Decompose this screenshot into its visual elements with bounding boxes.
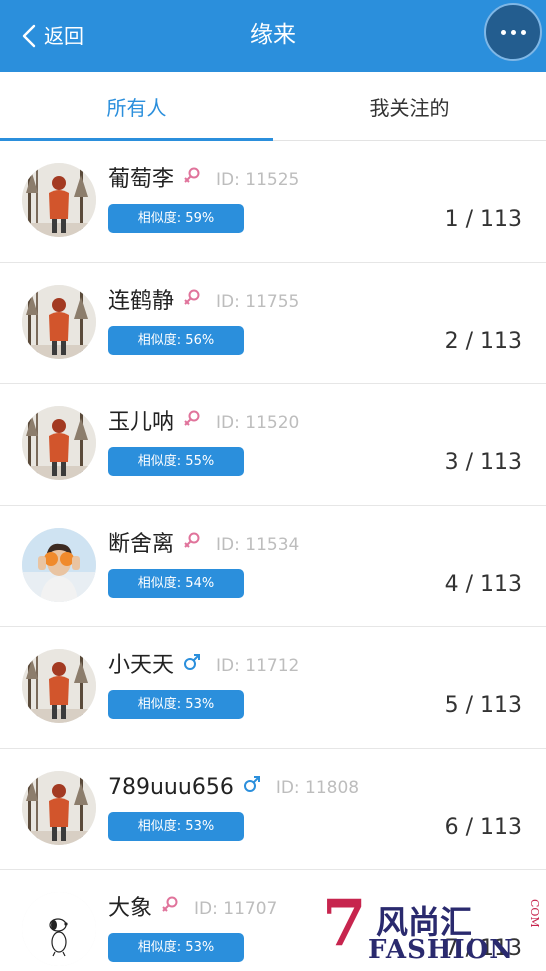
top-bar: 返回 缘来 <box>0 0 546 72</box>
user-id: ID: 11808 <box>275 777 360 798</box>
user-name-line: 连鹤静 ID: 11755 <box>108 287 299 317</box>
rank-label: 5 / 113 <box>444 693 522 718</box>
tab-all[interactable]: 所有人 <box>0 72 273 141</box>
female-icon <box>182 530 202 560</box>
more-dot-icon <box>500 29 506 35</box>
rank-label: 3 / 113 <box>444 450 522 475</box>
list-item[interactable]: 玉儿呐 ID: 11520 相似度: 55% 3 / 113 <box>0 384 546 506</box>
avatar[interactable] <box>22 163 96 237</box>
user-name-line: 断舍离 ID: 11534 <box>108 530 299 560</box>
female-icon <box>160 894 180 924</box>
user-id: ID: 11520 <box>216 413 300 433</box>
list-item[interactable]: 葡萄李 ID: 11525 相似度: 59% 1 / 113 <box>0 141 546 263</box>
user-name: 断舍离 <box>108 531 175 557</box>
similarity-badge: 相似度: 55% <box>108 447 244 476</box>
similarity-badge: 相似度: 59% <box>108 204 244 233</box>
avatar[interactable] <box>22 284 96 359</box>
similarity-badge: 相似度: 54% <box>108 568 244 598</box>
user-list: 葡萄李 ID: 11525 相似度: 59% 1 / 113 连鹤静 ID: 11755 相… <box>0 141 546 971</box>
user-name-line: 小天天 ID: 11712 <box>108 651 299 681</box>
user-name-line: 葡萄李 ID: 11525 <box>108 165 299 195</box>
similarity-badge: 相似度: 53% <box>108 690 244 719</box>
watermark-logo: 7 风尚汇 FASHION COM <box>322 889 546 971</box>
male-icon <box>242 773 262 803</box>
user-name: 葡萄李 <box>108 167 175 192</box>
list-item[interactable]: 小天天 ID: 11712 相似度: 53% 5 / 113 <box>0 627 546 749</box>
user-id: ID: 11712 <box>216 656 300 676</box>
rank-label: 2 / 113 <box>444 328 522 354</box>
user-name-line: 玉儿呐 ID: 11520 <box>108 408 299 438</box>
user-id: ID: 11707 <box>194 899 278 919</box>
avatar[interactable] <box>22 892 96 966</box>
similarity-badge: 相似度: 53% <box>108 933 244 962</box>
user-id: ID: 11525 <box>216 170 300 190</box>
user-id: ID: 11755 <box>216 291 300 312</box>
watermark-en: FASHION <box>368 935 515 965</box>
user-name: 大象 <box>108 896 153 921</box>
tab-bar: 所有人 我关注的 <box>0 72 546 141</box>
list-item[interactable]: 连鹤静 ID: 11755 相似度: 56% 2 / 113 <box>0 262 546 384</box>
male-icon <box>182 651 202 681</box>
watermark-number: 7 <box>322 886 367 961</box>
female-icon <box>182 287 202 317</box>
user-name-line: 大象 ID: 11707 <box>108 894 277 924</box>
female-icon <box>182 408 202 438</box>
user-name: 连鹤静 <box>108 288 175 314</box>
avatar[interactable] <box>22 406 96 480</box>
rank-label: 4 / 113 <box>444 571 522 597</box>
user-name: 玉儿呐 <box>108 410 175 435</box>
rank-label: 1 / 113 <box>444 207 522 232</box>
more-dot-icon <box>520 29 526 35</box>
page-title: 缘来 <box>250 22 296 48</box>
similarity-badge: 相似度: 53% <box>108 811 244 841</box>
avatar[interactable] <box>22 770 96 845</box>
user-id: ID: 11534 <box>216 534 300 555</box>
tab-following[interactable]: 我关注的 <box>273 72 546 141</box>
female-icon <box>182 165 202 195</box>
similarity-badge: 相似度: 56% <box>108 325 244 355</box>
user-name: 789uuu656 <box>108 774 234 800</box>
list-item[interactable]: 789uuu656 ID: 11808 相似度: 53% 6 / 113 <box>0 748 546 870</box>
user-name: 小天天 <box>108 653 175 678</box>
user-name-line: 789uuu656 ID: 11808 <box>108 773 359 803</box>
list-item[interactable]: 断舍离 ID: 11534 相似度: 54% 4 / 113 <box>0 505 546 627</box>
more-options-button[interactable] <box>484 3 542 61</box>
rank-label: 6 / 113 <box>444 814 522 840</box>
avatar[interactable] <box>22 527 96 602</box>
more-dot-icon <box>510 29 516 35</box>
avatar[interactable] <box>22 649 96 723</box>
watermark-com: COM <box>528 899 541 928</box>
